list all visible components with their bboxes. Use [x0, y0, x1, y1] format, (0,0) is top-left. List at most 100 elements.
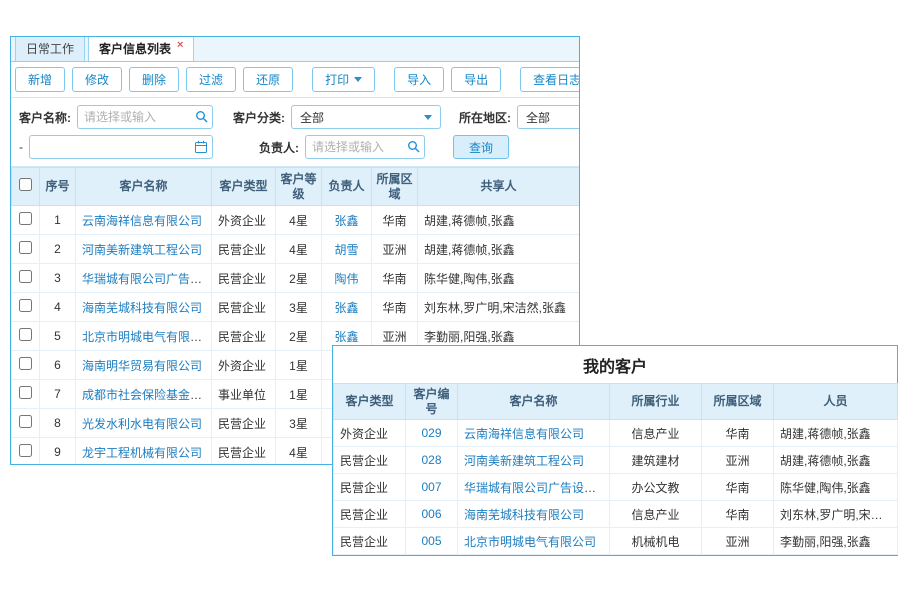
industry-cell: 机械机电 — [610, 528, 702, 555]
col-header-customer-type: 客户类型 — [334, 384, 406, 420]
query-button[interactable]: 查询 — [453, 135, 509, 159]
customer-name-link[interactable]: 云南海祥信息有限公司 — [82, 214, 202, 228]
customer-name-link[interactable]: 光发水利水电有限公司 — [82, 417, 202, 431]
row-select-cell — [12, 351, 40, 380]
owner-link[interactable]: 陶伟 — [334, 272, 358, 286]
import-button[interactable]: 导入 — [394, 67, 444, 92]
customer-name-link[interactable]: 北京市明城电气有限公司 — [464, 535, 596, 549]
customer-name-input[interactable] — [77, 105, 213, 129]
col-header-customer-level: 客户等级 — [276, 168, 322, 206]
row-select-cell — [12, 409, 40, 438]
row-checkbox[interactable] — [19, 328, 32, 341]
row-select-cell — [12, 264, 40, 293]
owner-cell: 陶伟 — [322, 264, 372, 293]
row-checkbox[interactable] — [19, 299, 32, 312]
industry-cell: 信息产业 — [610, 420, 702, 447]
export-button[interactable]: 导出 — [451, 67, 501, 92]
customer-name-link[interactable]: 华瑞城有限公司广告设计部 — [82, 272, 212, 286]
table-row: 1云南海祥信息有限公司外资企业4星张鑫华南胡建,蒋德帧,张鑫 — [12, 206, 580, 235]
customer-type-cell: 外资企业 — [212, 351, 276, 380]
edit-button[interactable]: 修改 — [72, 67, 122, 92]
customer-code-link[interactable]: 006 — [421, 507, 441, 521]
customer-name-cell: 河南美新建筑工程公司 — [458, 447, 610, 474]
tab-daily-work[interactable]: 日常工作 — [15, 36, 85, 61]
customer-type-cell: 外资企业 — [334, 420, 406, 447]
owner-link[interactable]: 张鑫 — [334, 214, 358, 228]
customer-code-cell: 006 — [406, 501, 458, 528]
dropdown-arrow-icon — [354, 77, 362, 82]
customer-code-link[interactable]: 005 — [421, 534, 441, 548]
row-index-cell: 2 — [40, 235, 76, 264]
col-header-industry: 所属行业 — [610, 384, 702, 420]
customer-level-cell: 4星 — [276, 235, 322, 264]
row-index-cell: 3 — [40, 264, 76, 293]
region-cell: 亚洲 — [702, 528, 774, 555]
tab-customer-list[interactable]: 客户信息列表 × — [88, 36, 194, 61]
customer-code-cell: 007 — [406, 474, 458, 501]
col-header-no: 序号 — [40, 168, 76, 206]
owner-link[interactable]: 张鑫 — [334, 301, 358, 315]
customer-name-cell: 海南明华贸易有限公司 — [76, 351, 212, 380]
customer-name-link[interactable]: 海南明华贸易有限公司 — [82, 359, 202, 373]
category-select[interactable]: 全部 — [291, 105, 441, 129]
customer-type-cell: 民营企业 — [212, 293, 276, 322]
search-icon[interactable] — [195, 110, 208, 126]
filter-button[interactable]: 过滤 — [186, 67, 236, 92]
customer-name-cell: 云南海祥信息有限公司 — [76, 206, 212, 235]
customer-type-cell: 民营企业 — [212, 322, 276, 351]
region-cell: 华南 — [702, 474, 774, 501]
calendar-icon[interactable] — [194, 140, 208, 157]
row-checkbox[interactable] — [19, 357, 32, 370]
desktop: 日常工作 客户信息列表 × 新增 修改 删除 过滤 还原 打印 导入 导出 查看… — [0, 0, 900, 600]
print-button-label: 打印 — [325, 71, 349, 88]
customer-name-link[interactable]: 海南芜城科技有限公司 — [464, 508, 584, 522]
row-select-cell — [12, 235, 40, 264]
row-checkbox[interactable] — [19, 241, 32, 254]
my-customers-table: 客户类型 客户编号 客户名称 所属行业 所属区域 人员 外资企业029云南海祥信… — [333, 383, 898, 555]
row-index-cell: 5 — [40, 322, 76, 351]
owner-link[interactable]: 张鑫 — [334, 330, 358, 344]
customer-name-link[interactable]: 河南美新建筑工程公司 — [82, 243, 202, 257]
row-checkbox[interactable] — [19, 444, 32, 457]
customer-name-link[interactable]: 河南美新建筑工程公司 — [464, 454, 584, 468]
customer-name-cell: 海南芜城科技有限公司 — [76, 293, 212, 322]
view-log-button[interactable]: 查看日志 — [520, 67, 580, 92]
customer-name-link[interactable]: 华瑞城有限公司广告设计部 — [464, 481, 608, 495]
table-row: 2河南美新建筑工程公司民营企业4星胡雪亚洲胡建,蒋德帧,张鑫 — [12, 235, 580, 264]
row-checkbox[interactable] — [19, 212, 32, 225]
customer-name-link[interactable]: 海南芜城科技有限公司 — [82, 301, 202, 315]
row-index-cell: 4 — [40, 293, 76, 322]
row-checkbox[interactable] — [19, 270, 32, 283]
col-header-customer-name: 客户名称 — [76, 168, 212, 206]
customer-code-cell: 005 — [406, 528, 458, 555]
customer-name-link[interactable]: 云南海祥信息有限公司 — [464, 427, 584, 441]
search-icon[interactable] — [407, 140, 420, 156]
close-icon[interactable]: × — [177, 39, 183, 51]
owner-label: 负责人: — [259, 139, 299, 156]
customer-code-link[interactable]: 007 — [421, 480, 441, 494]
customer-name-link[interactable]: 北京市明城电气有限公司 — [82, 330, 212, 344]
customer-name-cell: 海南芜城科技有限公司 — [458, 501, 610, 528]
owner-cell: 张鑫 — [322, 206, 372, 235]
select-all-checkbox[interactable] — [19, 178, 32, 191]
add-button[interactable]: 新增 — [15, 67, 65, 92]
owner-cell: 张鑫 — [322, 293, 372, 322]
date-input[interactable] — [29, 135, 213, 159]
owner-link[interactable]: 胡雪 — [334, 243, 358, 257]
row-select-cell — [12, 322, 40, 351]
row-index-cell: 8 — [40, 409, 76, 438]
restore-button[interactable]: 还原 — [243, 67, 293, 92]
row-select-cell — [12, 380, 40, 409]
customer-code-cell: 029 — [406, 420, 458, 447]
print-button[interactable]: 打印 — [312, 67, 375, 92]
district-select[interactable]: 全部 — [517, 105, 580, 129]
delete-button[interactable]: 删除 — [129, 67, 179, 92]
row-checkbox[interactable] — [19, 415, 32, 428]
customer-code-link[interactable]: 028 — [421, 453, 441, 467]
customer-name-link[interactable]: 成都市社会保险基金管理... — [82, 388, 212, 402]
row-checkbox[interactable] — [19, 386, 32, 399]
customer-level-cell: 1星 — [276, 380, 322, 409]
customer-level-cell: 4星 — [276, 438, 322, 466]
customer-name-link[interactable]: 龙宇工程机械有限公司 — [82, 446, 202, 460]
customer-code-link[interactable]: 029 — [421, 426, 441, 440]
